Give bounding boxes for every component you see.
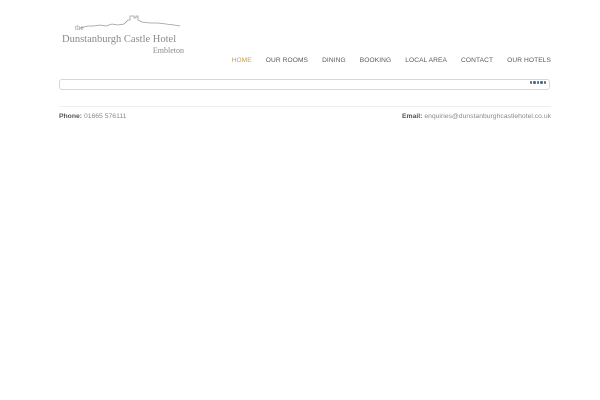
slider-dot <box>533 81 536 84</box>
slider-loading-indicator <box>529 81 546 84</box>
phone-label: Phone: <box>59 113 83 120</box>
nav-dining[interactable]: DINING <box>308 57 346 64</box>
email-info: Email: enquiries@dunstanburghcastlehotel… <box>402 113 551 120</box>
email-address[interactable]: enquiries@dunstanburghcastlehotel.co.uk <box>424 113 551 120</box>
logo-the-text: the <box>75 24 84 32</box>
logo-hotel-name: Dunstanburgh Castle Hotel <box>62 34 177 45</box>
nav-our-hotels[interactable]: OUR HOTELS <box>493 57 551 64</box>
nav-contact[interactable]: CONTACT <box>447 57 493 64</box>
phone-number[interactable]: 01665 576111 <box>84 113 126 120</box>
divider <box>59 106 551 107</box>
slider-dot <box>529 81 532 84</box>
hotel-logo[interactable]: the Dunstanburgh Castle Hotel Embleton <box>60 12 188 55</box>
slider-dot <box>536 81 539 84</box>
image-slider[interactable] <box>59 79 550 90</box>
castle-outline-icon <box>80 15 180 29</box>
email-label: Email: <box>402 113 423 120</box>
nav-our-rooms[interactable]: OUR ROOMS <box>252 57 308 64</box>
main-navigation: HOME OUR ROOMS DINING BOOKING LOCAL AREA… <box>218 57 551 64</box>
logo-place-name: Embleton <box>152 46 184 55</box>
phone-info: Phone: 01665 576111 <box>59 113 126 120</box>
page: the Dunstanburgh Castle Hotel Embleton H… <box>0 0 600 400</box>
slider-dot <box>543 81 546 84</box>
slider-dot <box>540 81 543 84</box>
nav-home[interactable]: HOME <box>218 57 252 64</box>
nav-booking[interactable]: BOOKING <box>346 57 391 64</box>
nav-local-area[interactable]: LOCAL AREA <box>391 57 447 64</box>
